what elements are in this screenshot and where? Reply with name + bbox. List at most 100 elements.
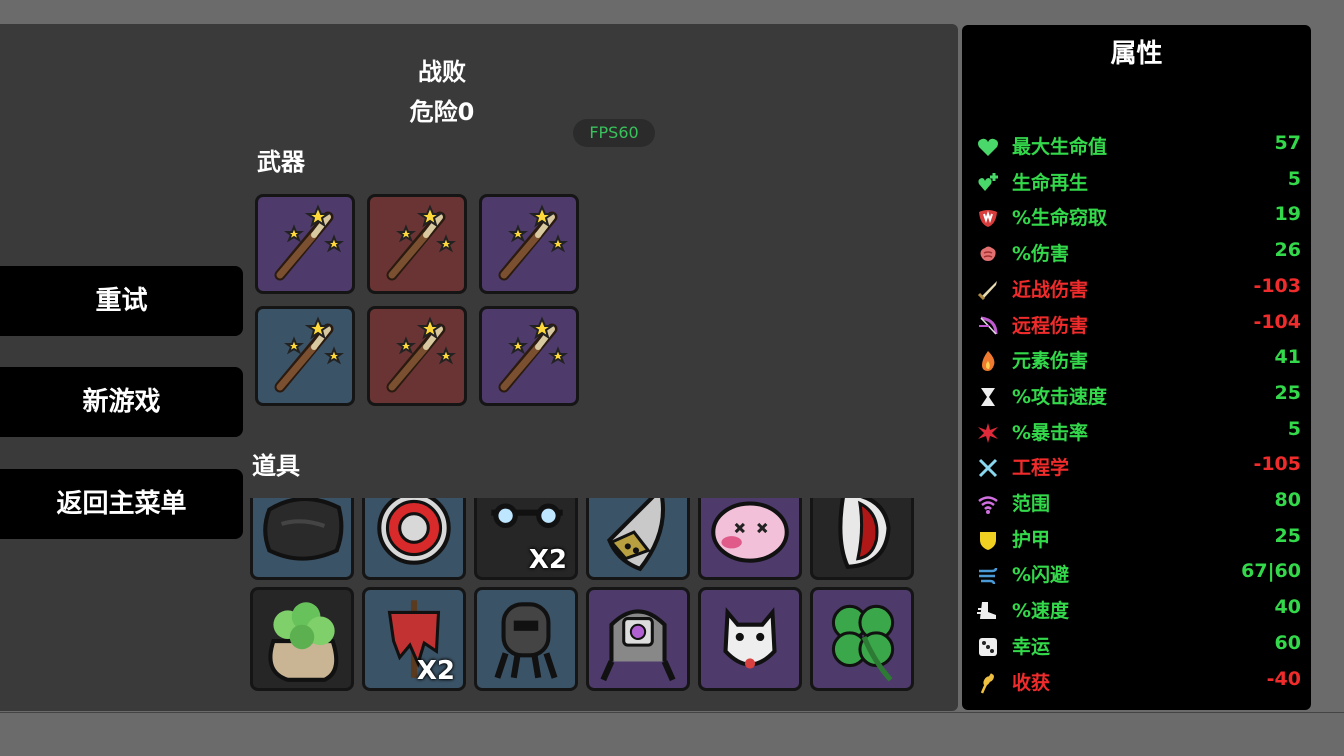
metal-claw-icon [607, 498, 665, 572]
turret-icon [494, 602, 558, 679]
crit-burst-icon [978, 422, 998, 443]
stat-row: %伤害 26 [976, 236, 1301, 270]
range-wave-icon [978, 496, 998, 514]
bottom-bar [0, 712, 1344, 756]
danger-level: 危险0 [409, 98, 475, 126]
stat-value: -40 [1266, 667, 1301, 690]
stat-value: 25 [1274, 381, 1301, 404]
magic-wand-icon [386, 204, 456, 281]
item-slot[interactable] [698, 498, 802, 580]
shield-icon [980, 531, 996, 550]
weapon-slot[interactable] [255, 306, 355, 406]
items-label: 道具 [252, 452, 300, 480]
stat-value: 40 [1274, 596, 1301, 619]
stat-name: %速度 [1012, 600, 1070, 623]
sword-icon [977, 280, 997, 300]
item-slot[interactable] [586, 498, 690, 580]
item-slot[interactable] [810, 587, 914, 691]
stat-row: %闪避 67|60 [976, 557, 1301, 591]
stat-row: 近战伤害 -103 [976, 272, 1301, 306]
stat-name: 远程伤害 [1012, 314, 1089, 337]
stat-row: %速度 40 [976, 593, 1301, 627]
magic-wand-icon [498, 316, 568, 393]
seed-bag-icon [268, 602, 339, 682]
fang-mouth-icon [979, 210, 997, 228]
fps-counter: FPS60 [573, 119, 655, 147]
stat-row: 远程伤害 -104 [976, 308, 1301, 342]
stat-name: 工程学 [1012, 457, 1070, 480]
item-slot[interactable]: X2 [362, 587, 466, 691]
stat-name: %闪避 [1012, 564, 1070, 587]
item-slot[interactable] [586, 587, 690, 691]
item-slot[interactable]: X2 [474, 498, 578, 580]
stat-name: 生命再生 [1012, 171, 1089, 194]
stat-value: 5 [1287, 417, 1301, 440]
stat-row: 收获 -40 [976, 665, 1301, 699]
magic-wand-icon [274, 316, 344, 393]
item-slot[interactable] [362, 498, 466, 580]
stat-value: 80 [1274, 489, 1301, 511]
weapon-slot[interactable] [367, 194, 467, 294]
stat-value: -104 [1253, 310, 1301, 333]
stat-name: 范围 [1012, 493, 1051, 515]
red-ring-icon [377, 498, 451, 565]
stat-value: 19 [1274, 203, 1301, 226]
stat-row: 范围 80 [976, 486, 1301, 520]
stat-row: 最大生命值 57 [976, 129, 1301, 163]
item-slot[interactable] [474, 587, 578, 691]
magic-wand-icon [274, 204, 344, 281]
new-game-button[interactable]: 新游戏 [0, 367, 243, 437]
stat-row: %生命窃取 19 [976, 200, 1301, 234]
stat-row: %暴击率 5 [976, 415, 1301, 449]
heart-icon [978, 138, 998, 156]
stat-name: 近战伤害 [1012, 278, 1089, 301]
stat-value: -103 [1253, 274, 1301, 297]
main-menu-button[interactable]: 返回主菜单 [0, 469, 243, 539]
item-count: X2 [416, 656, 455, 686]
top-bar [0, 0, 1344, 24]
pink-blob-icon [711, 501, 789, 563]
stat-row: 幸运 60 [976, 629, 1301, 663]
stat-value: 5 [1287, 167, 1301, 190]
regen-heart-icon [978, 172, 998, 191]
result-title: 战败 [418, 58, 466, 86]
stat-row: 护甲 25 [976, 522, 1301, 556]
black-pillow-icon [263, 498, 344, 561]
dice-icon [979, 637, 997, 656]
stat-name: 元素伤害 [1012, 350, 1089, 373]
weapons-label: 武器 [257, 148, 305, 176]
items-grid[interactable]: X2 X2 [248, 498, 928, 698]
hourglass-icon [981, 387, 995, 406]
stat-value: 25 [1274, 524, 1301, 547]
stat-value: 26 [1274, 239, 1301, 262]
stat-value: 57 [1274, 132, 1301, 154]
stat-row: %攻击速度 25 [976, 379, 1301, 413]
weapon-slot[interactable] [479, 306, 579, 406]
flame-icon [982, 351, 995, 372]
wrench-cross-icon [978, 459, 998, 478]
retry-button[interactable]: 重试 [0, 266, 243, 336]
stat-value: -105 [1253, 453, 1301, 476]
item-slot[interactable] [250, 498, 354, 580]
item-slot[interactable] [250, 587, 354, 691]
magic-wand-icon [386, 316, 456, 393]
dodge-wind-icon [979, 568, 998, 585]
item-slot[interactable] [810, 498, 914, 580]
stat-name: %生命窃取 [1012, 207, 1108, 230]
stat-value: 60 [1274, 631, 1301, 654]
item-slot[interactable] [698, 587, 802, 691]
stat-name: %暴击率 [1012, 421, 1089, 444]
stat-row: 工程学 -105 [976, 450, 1301, 484]
robot-drone-icon [600, 609, 676, 682]
stat-value: 41 [1274, 346, 1301, 369]
stat-name: 收获 [1012, 671, 1051, 694]
bow-icon [979, 316, 998, 335]
boot-icon [977, 602, 996, 620]
weapon-slot[interactable] [255, 194, 355, 294]
lucky-cat-icon [723, 607, 777, 669]
stat-name: 幸运 [1012, 635, 1051, 658]
stat-name: %伤害 [1012, 243, 1070, 266]
stat-name: 护甲 [1012, 528, 1051, 551]
weapon-slot[interactable] [367, 306, 467, 406]
weapon-slot[interactable] [479, 194, 579, 294]
